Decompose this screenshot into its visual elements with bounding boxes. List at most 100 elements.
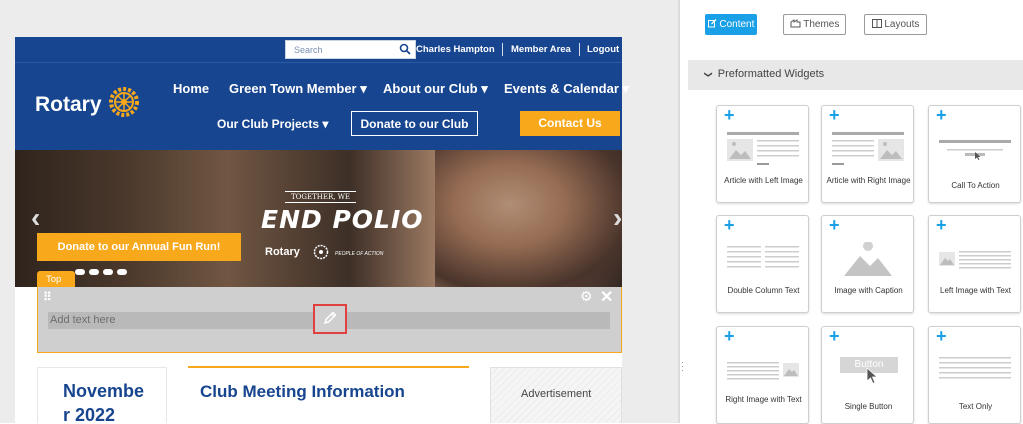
chevron-down-icon: ▾ xyxy=(360,81,367,96)
hero-slider[interactable]: ‹ › TOGETHER, WE END POLIO Rotary PEOPLE… xyxy=(15,150,622,287)
add-icon[interactable]: + xyxy=(936,326,947,347)
widget-label: Call To Action xyxy=(951,181,1000,190)
section-tab-top[interactable]: Top xyxy=(37,271,75,287)
nav-about-our-club[interactable]: About our Club ▾ xyxy=(383,81,488,97)
chevron-down-icon: ▾ xyxy=(322,117,329,131)
widget-image-with-caption[interactable]: + Image with Caption xyxy=(821,215,914,313)
slide-indicator[interactable] xyxy=(75,269,85,275)
rotary-logo[interactable]: Rotary xyxy=(35,87,139,117)
pencil-icon xyxy=(323,311,337,325)
add-icon[interactable]: + xyxy=(829,326,840,347)
add-icon[interactable]: + xyxy=(936,105,947,126)
widget-label: Image with Caption xyxy=(834,286,903,295)
nav-label: Green Town Member xyxy=(229,81,357,96)
chevron-down-icon: ▾ xyxy=(481,81,488,96)
widget-label: Left Image with Text xyxy=(940,286,1011,295)
widget-right-image-with-text[interactable]: + Right Image with Text xyxy=(716,326,809,424)
search-icon[interactable] xyxy=(399,43,411,57)
preformatted-widgets-header[interactable]: ❯ Preformatted Widgets xyxy=(688,60,1023,90)
tab-themes[interactable]: Themes xyxy=(783,14,846,35)
add-icon[interactable]: + xyxy=(829,105,840,126)
call-to-action-icon xyxy=(939,140,1011,160)
section-title: Preformatted Widgets xyxy=(717,68,825,80)
fun-run-donate-button[interactable]: Donate to our Annual Fun Run! xyxy=(37,233,241,261)
rotary-wheel-icon xyxy=(313,244,329,260)
club-meeting-widget[interactable]: Club Meeting Information xyxy=(188,366,469,423)
nav-events-calendar[interactable]: Events & Calendar ▾ xyxy=(504,81,629,97)
hero-people-of-action: PEOPLE OF ACTION xyxy=(335,251,384,257)
utility-bar: Search Charles Hampton Member Area Logou… xyxy=(15,37,622,63)
logo-text: Rotary xyxy=(35,93,102,116)
widget-left-image-with-text[interactable]: + Left Image with Text xyxy=(928,215,1021,313)
widget-single-button[interactable]: + Button Single Button xyxy=(821,326,914,424)
donate-club-button[interactable]: Donate to our Club xyxy=(351,111,478,136)
hero-rotary-logo: Rotary xyxy=(265,246,300,258)
advertisement-widget[interactable]: Advertisement xyxy=(490,367,622,423)
slide-indicator[interactable] xyxy=(89,269,99,275)
widget-label: Double Column Text xyxy=(727,286,800,295)
logout-link[interactable]: Logout xyxy=(587,44,619,55)
nav-green-town-member[interactable]: Green Town Member ▾ xyxy=(229,81,367,97)
widget-label: Article with Right Image xyxy=(826,176,911,185)
calendar-widget[interactable]: November 2022 xyxy=(37,367,167,423)
search-placeholder: Search xyxy=(294,45,323,55)
calendar-month: November 2022 xyxy=(63,381,145,423)
prev-slide-arrow[interactable]: ‹ xyxy=(31,202,40,234)
pane-divider[interactable] xyxy=(678,0,680,423)
tab-layouts[interactable]: Layouts xyxy=(864,14,927,35)
nav-label: Events & Calendar xyxy=(504,81,619,96)
user-name-link[interactable]: Charles Hampton xyxy=(416,44,495,55)
resize-handle-icon[interactable]: · · · xyxy=(681,358,684,375)
slide-indicator[interactable] xyxy=(117,269,127,275)
nav-our-club-projects[interactable]: Our Club Projects ▾ xyxy=(217,117,328,131)
separator xyxy=(502,43,503,56)
gear-icon[interactable]: ⚙ xyxy=(580,288,593,305)
editor-sidebar: Content Themes Layouts ❯ Preformatted Wi… xyxy=(688,0,1023,424)
main-navigation: Rotary Home Green Town Member ▾ About ou… xyxy=(15,63,629,150)
article-left-image-icon xyxy=(727,132,799,165)
tab-label: Themes xyxy=(803,19,840,30)
drag-handle-icon[interactable]: ⠿ xyxy=(43,290,52,304)
add-icon[interactable]: + xyxy=(724,326,735,347)
site-preview: Search Charles Hampton Member Area Logou… xyxy=(15,37,629,423)
add-icon[interactable]: + xyxy=(724,105,735,126)
widget-label: Text Only xyxy=(958,402,993,411)
chevron-down-icon: ❯ xyxy=(703,71,713,78)
next-slide-arrow[interactable]: › xyxy=(613,202,622,234)
widget-text-only[interactable]: + Text Only xyxy=(928,326,1021,424)
article-right-image-icon xyxy=(832,132,904,165)
contact-us-button[interactable]: Contact Us xyxy=(520,111,620,136)
site-preview-pane: Search Charles Hampton Member Area Logou… xyxy=(0,0,678,423)
hero-tagline: TOGETHER, WE xyxy=(285,191,357,203)
search-input[interactable]: Search xyxy=(285,40,416,59)
tab-label: Layouts xyxy=(884,19,920,30)
tab-content[interactable]: Content xyxy=(705,14,757,35)
widget-call-to-action[interactable]: + Call To Action xyxy=(928,105,1021,203)
advertisement-label: Advertisement xyxy=(521,388,592,400)
widget-label: Right Image with Text xyxy=(725,395,802,404)
widget-label: Article with Left Image xyxy=(724,176,803,185)
add-icon[interactable]: + xyxy=(724,215,735,236)
cursor-icon xyxy=(866,367,879,385)
separator xyxy=(579,43,580,56)
club-meeting-title: Club Meeting Information xyxy=(200,382,405,401)
nav-home[interactable]: Home xyxy=(173,81,209,96)
text-widget-editor[interactable]: ⠿ ⚙ ✕ Add text here xyxy=(37,287,622,353)
widget-double-column-text[interactable]: + Double Column Text xyxy=(716,215,809,313)
add-icon[interactable]: + xyxy=(936,215,947,236)
widget-article-right-image[interactable]: + Article with Right Image xyxy=(821,105,914,203)
member-area-link[interactable]: Member Area xyxy=(511,44,571,55)
add-icon[interactable]: + xyxy=(829,215,840,236)
edit-pencil-button[interactable] xyxy=(313,304,347,334)
chevron-down-icon: ▾ xyxy=(622,81,630,96)
slide-indicator[interactable] xyxy=(103,269,113,275)
left-image-text-icon xyxy=(939,251,1011,269)
widget-article-left-image[interactable]: + Article with Left Image xyxy=(716,105,809,203)
hero-headline: END POLIO xyxy=(261,205,424,234)
image-caption-icon xyxy=(844,242,892,276)
close-icon[interactable]: ✕ xyxy=(600,287,613,307)
double-column-icon xyxy=(727,246,799,268)
nav-label: About our Club xyxy=(383,81,478,96)
rotary-wheel-icon xyxy=(109,87,139,117)
edit-icon xyxy=(707,19,717,28)
